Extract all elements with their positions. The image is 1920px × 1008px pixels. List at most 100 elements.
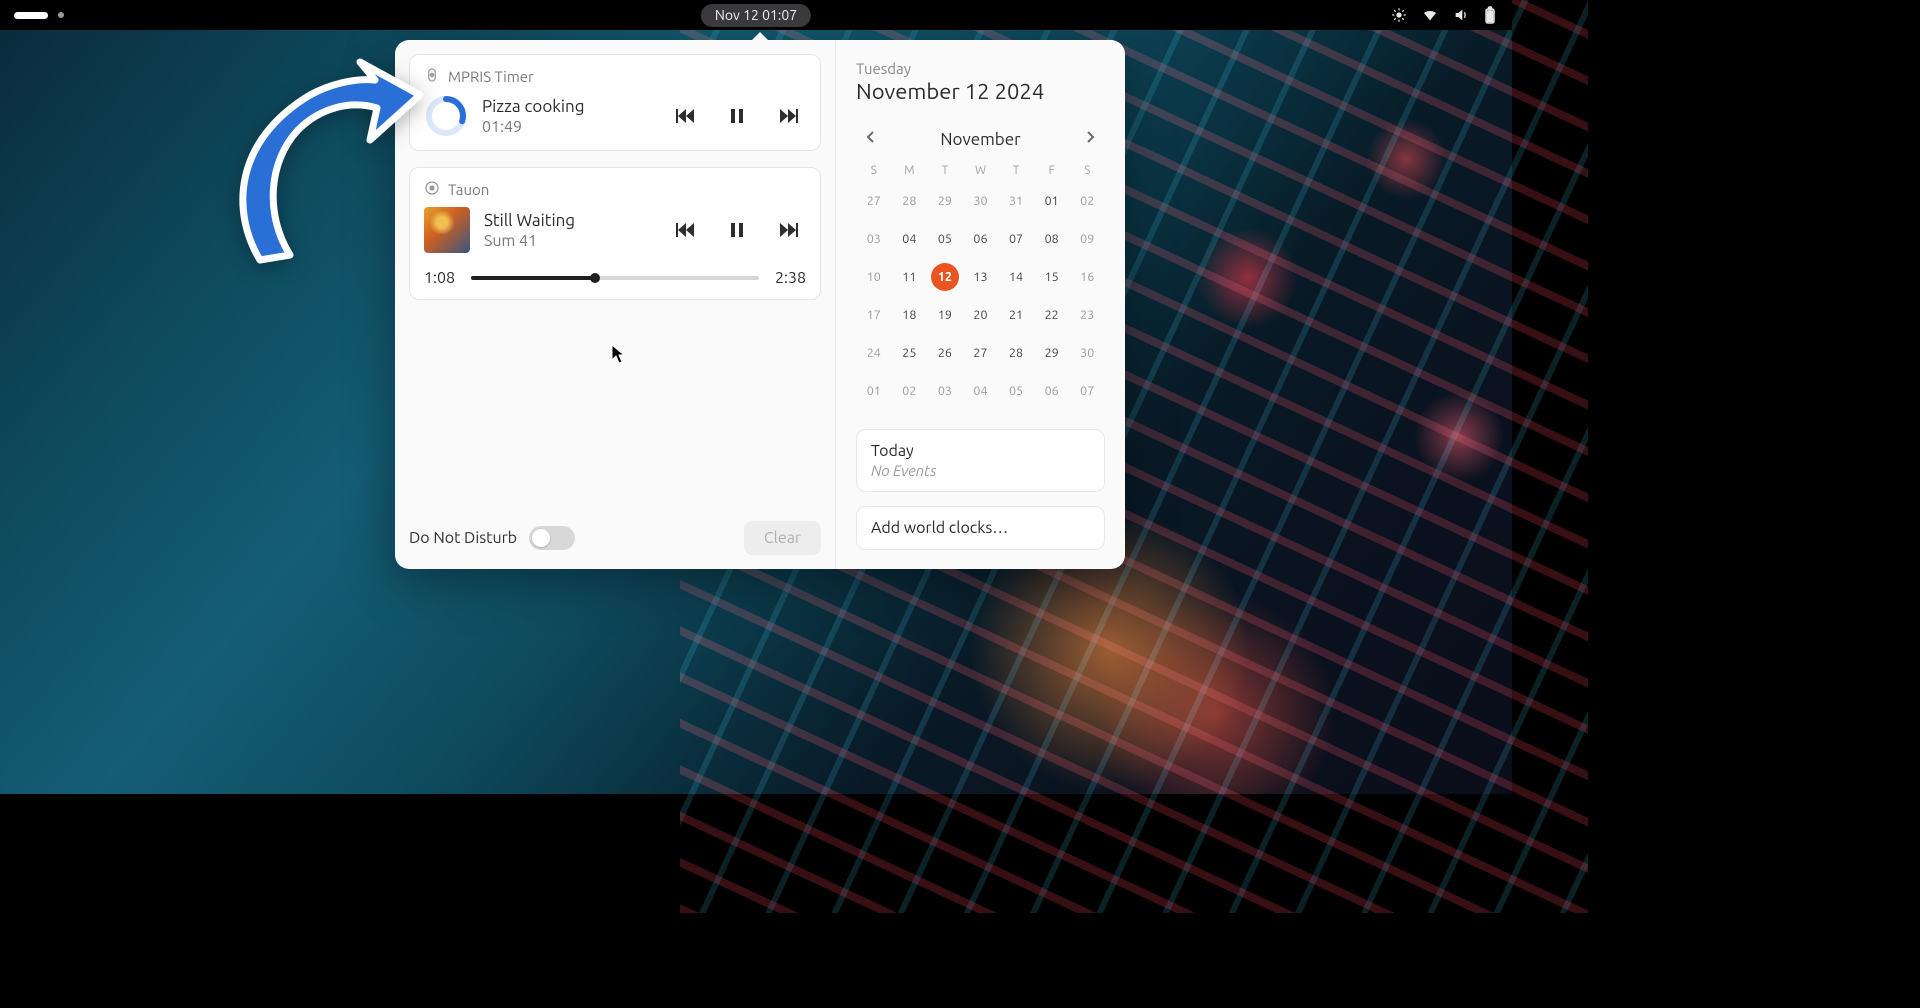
calendar-day[interactable]: 28 (1002, 339, 1030, 367)
clock-button[interactable]: Nov 12 01:07 (701, 4, 811, 27)
calendar-day[interactable]: 10 (860, 263, 888, 291)
volume-icon (1453, 7, 1469, 23)
calendar-day[interactable]: 16 (1073, 263, 1101, 291)
events-empty-text: No Events (871, 462, 1090, 479)
calendar-widget: November SMTWTFS272829303101020304050607… (856, 124, 1105, 405)
calendar-day[interactable]: 11 (895, 263, 923, 291)
calendar-day[interactable]: 19 (931, 301, 959, 329)
calendar-day[interactable]: 18 (895, 301, 923, 329)
timer-next-button[interactable] (776, 104, 802, 128)
calendar-column: Tuesday November 12 2024 November SMTWTF… (836, 40, 1125, 569)
calendar-dow: M (892, 164, 928, 177)
track-progress-knob (590, 273, 600, 283)
calendar-day[interactable]: 08 (1038, 225, 1066, 253)
music-pause-button[interactable] (726, 218, 748, 242)
calendar-day[interactable]: 15 (1038, 263, 1066, 291)
world-clocks-label: Add world clocks… (871, 519, 1008, 537)
timer-remaining: 01:49 (482, 118, 658, 136)
clock-label: Nov 12 01:07 (715, 7, 797, 23)
calendar-day[interactable]: 02 (1073, 187, 1101, 215)
calendar-day[interactable]: 30 (966, 187, 994, 215)
calendar-day[interactable]: 29 (931, 187, 959, 215)
calendar-dow: S (856, 164, 892, 177)
calendar-day[interactable]: 05 (1002, 377, 1030, 405)
calendar-day[interactable]: 03 (860, 225, 888, 253)
calendar-day[interactable]: 25 (895, 339, 923, 367)
calendar-day[interactable]: 30 (1073, 339, 1101, 367)
calendar-day[interactable]: 12 (931, 263, 959, 291)
calendar-month-label: November (940, 130, 1020, 149)
calendar-day[interactable]: 27 (966, 339, 994, 367)
wifi-icon (1422, 7, 1438, 23)
calendar-day[interactable]: 29 (1038, 339, 1066, 367)
date-weekday: Tuesday (856, 60, 1105, 77)
album-art-icon (424, 207, 470, 253)
battery-icon (1484, 6, 1496, 24)
music-app-name: Tauon (448, 181, 489, 198)
timer-pause-button[interactable] (726, 104, 748, 128)
calendar-day[interactable]: 09 (1073, 225, 1101, 253)
track-progress-fill (471, 276, 595, 280)
calendar-prev-button[interactable] (856, 124, 886, 154)
calendar-day[interactable]: 14 (1002, 263, 1030, 291)
clear-button[interactable]: Clear (744, 521, 821, 555)
calendar-day[interactable]: 26 (931, 339, 959, 367)
calendar-day[interactable]: 03 (931, 377, 959, 405)
date-full: November 12 2024 (856, 79, 1105, 104)
calendar-dow: S (1069, 164, 1105, 177)
brightness-icon (1391, 7, 1407, 23)
system-tray[interactable] (1391, 6, 1512, 24)
timer-title: Pizza cooking (482, 96, 658, 118)
timer-app-name: MPRIS Timer (448, 68, 534, 85)
calendar-day[interactable]: 02 (895, 377, 923, 405)
dnd-toggle-knob (532, 529, 550, 547)
track-seek-slider[interactable] (471, 276, 759, 280)
calendar-day[interactable]: 13 (966, 263, 994, 291)
music-notification-card[interactable]: Tauon Still Waiting Sum 41 1:08 (409, 167, 821, 300)
calendar-day[interactable]: 23 (1073, 301, 1101, 329)
music-next-button[interactable] (776, 218, 802, 242)
timer-prev-button[interactable] (672, 104, 698, 128)
calendar-next-button[interactable] (1075, 124, 1105, 154)
calendar-day[interactable]: 05 (931, 225, 959, 253)
workspace-pill-icon (14, 12, 48, 19)
calendar-day[interactable]: 31 (1002, 187, 1030, 215)
calendar-dow: F (1034, 164, 1070, 177)
track-duration: 2:38 (775, 269, 806, 287)
track-elapsed: 1:08 (424, 269, 455, 287)
music-prev-button[interactable] (672, 218, 698, 242)
calendar-dow: T (927, 164, 963, 177)
calendar-day[interactable]: 24 (860, 339, 888, 367)
track-artist: Sum 41 (484, 232, 658, 250)
calendar-day[interactable]: 01 (1038, 187, 1066, 215)
datetime-popover: MPRIS Timer Pizza cooking 01:49 (395, 40, 1125, 569)
calendar-day[interactable]: 06 (1038, 377, 1066, 405)
dnd-label: Do Not Disturb (409, 529, 517, 547)
calendar-day[interactable]: 22 (1038, 301, 1066, 329)
world-clocks-button[interactable]: Add world clocks… (856, 506, 1105, 550)
events-title: Today (871, 442, 1090, 460)
timer-progress-ring-icon (424, 94, 468, 138)
calendar-day[interactable]: 04 (966, 377, 994, 405)
notifications-column: MPRIS Timer Pizza cooking 01:49 (395, 40, 835, 569)
workspace-dot-icon (58, 12, 64, 18)
dnd-toggle[interactable] (529, 526, 575, 550)
calendar-day[interactable]: 07 (1073, 377, 1101, 405)
timer-app-icon (424, 67, 440, 86)
calendar-day[interactable]: 17 (860, 301, 888, 329)
calendar-day[interactable]: 04 (895, 225, 923, 253)
track-title: Still Waiting (484, 210, 658, 232)
timer-notification-card[interactable]: MPRIS Timer Pizza cooking 01:49 (409, 54, 821, 151)
calendar-day[interactable]: 27 (860, 187, 888, 215)
calendar-dow: T (998, 164, 1034, 177)
calendar-day[interactable]: 28 (895, 187, 923, 215)
calendar-day[interactable]: 07 (1002, 225, 1030, 253)
calendar-day[interactable]: 01 (860, 377, 888, 405)
calendar-day[interactable]: 20 (966, 301, 994, 329)
calendar-day[interactable]: 21 (1002, 301, 1030, 329)
calendar-dow: W (963, 164, 999, 177)
events-card[interactable]: Today No Events (856, 429, 1105, 492)
activities-area[interactable] (0, 12, 64, 19)
music-app-icon (424, 180, 440, 199)
calendar-day[interactable]: 06 (966, 225, 994, 253)
